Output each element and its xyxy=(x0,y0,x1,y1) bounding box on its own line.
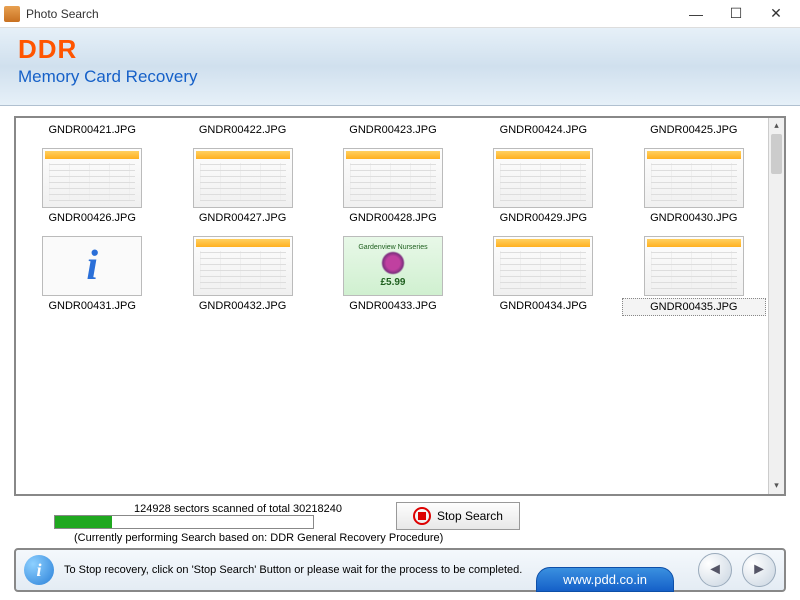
file-name-label: GNDR00421.JPG xyxy=(20,122,164,138)
file-grid: GNDR00421.JPG GNDR00422.JPG GNDR00423.JPG G… xyxy=(20,122,766,316)
file-item[interactable]: i GNDR00431.JPG xyxy=(20,228,164,316)
minimize-button[interactable]: — xyxy=(676,1,716,27)
file-name-label: GNDR00426.JPG xyxy=(20,210,164,226)
stop-label: Stop Search xyxy=(437,509,503,523)
scroll-down-icon[interactable]: ▾ xyxy=(769,478,784,494)
product-subtitle: Memory Card Recovery xyxy=(18,67,782,87)
flower-icon xyxy=(381,251,405,275)
file-name-label: GNDR00433.JPG xyxy=(321,298,465,314)
promo-title: Gardenview Nurseries xyxy=(358,244,427,251)
scroll-thumb[interactable] xyxy=(771,134,782,174)
main-area: GNDR00421.JPG GNDR00422.JPG GNDR00423.JPG G… xyxy=(0,106,800,544)
file-item[interactable]: GNDR00424.JPG xyxy=(471,122,615,138)
window-title: Photo Search xyxy=(26,7,676,21)
header-banner: DDR Memory Card Recovery xyxy=(0,28,800,106)
file-name-label: GNDR00428.JPG xyxy=(321,210,465,226)
file-name-label: GNDR00423.JPG xyxy=(321,122,465,138)
file-name-label: GNDR00422.JPG xyxy=(170,122,314,138)
file-thumbnail xyxy=(644,236,744,296)
file-item[interactable]: GNDR00429.JPG xyxy=(471,140,615,226)
file-name-label: GNDR00424.JPG xyxy=(471,122,615,138)
brand-logo: DDR xyxy=(18,34,782,65)
file-item[interactable]: GNDR00422.JPG xyxy=(170,122,314,138)
gallery-scrollbar[interactable]: ▴ ▾ xyxy=(768,118,784,494)
progress-fill xyxy=(55,516,112,528)
maximize-button[interactable]: ☐ xyxy=(716,1,756,27)
file-name-label: GNDR00435.JPG xyxy=(622,298,766,316)
file-thumbnail: i xyxy=(42,236,142,296)
titlebar: Photo Search — ☐ ✕ xyxy=(0,0,800,28)
forward-button[interactable]: ► xyxy=(742,553,776,587)
file-thumbnail xyxy=(493,148,593,208)
file-name-label: GNDR00425.JPG xyxy=(622,122,766,138)
footer-bar: i To Stop recovery, click on 'Stop Searc… xyxy=(14,548,786,592)
procedure-note: (Currently performing Search based on: D… xyxy=(74,532,786,544)
progress-row: 124928 sectors scanned of total 30218240… xyxy=(54,502,786,530)
file-name-label: GNDR00429.JPG xyxy=(471,210,615,226)
close-button[interactable]: ✕ xyxy=(756,1,796,27)
results-gallery: GNDR00421.JPG GNDR00422.JPG GNDR00423.JPG G… xyxy=(14,116,786,496)
file-name-label: GNDR00427.JPG xyxy=(170,210,314,226)
file-item[interactable]: GNDR00434.JPG xyxy=(471,228,615,316)
back-button[interactable]: ◄ xyxy=(698,553,732,587)
file-item[interactable]: GNDR00421.JPG xyxy=(20,122,164,138)
app-icon xyxy=(4,6,20,22)
info-glyph-icon: i xyxy=(86,242,98,290)
file-name-label: GNDR00434.JPG xyxy=(471,298,615,314)
file-item[interactable]: GNDR00425.JPG xyxy=(622,122,766,138)
file-item[interactable]: GNDR00427.JPG xyxy=(170,140,314,226)
website-link[interactable]: www.pdd.co.in xyxy=(536,567,674,592)
file-name-label: GNDR00431.JPG xyxy=(20,298,164,314)
file-thumbnail xyxy=(493,236,593,296)
promo-price: £5.99 xyxy=(380,277,405,288)
file-name-label: GNDR00430.JPG xyxy=(622,210,766,226)
file-item[interactable]: GNDR00432.JPG xyxy=(170,228,314,316)
file-item[interactable]: GNDR00435.JPG xyxy=(622,228,766,316)
file-item[interactable]: GNDR00430.JPG xyxy=(622,140,766,226)
file-thumbnail xyxy=(343,148,443,208)
file-thumbnail xyxy=(193,236,293,296)
file-thumbnail: Gardenview Nurseries £5.99 xyxy=(343,236,443,296)
file-item[interactable]: GNDR00423.JPG xyxy=(321,122,465,138)
progress-status: 124928 sectors scanned of total 30218240 xyxy=(134,503,342,515)
stop-icon xyxy=(413,507,431,525)
file-item[interactable]: Gardenview Nurseries £5.99 GNDR00433.JPG xyxy=(321,228,465,316)
file-thumbnail xyxy=(42,148,142,208)
file-name-label: GNDR00432.JPG xyxy=(170,298,314,314)
stop-search-button[interactable]: Stop Search xyxy=(396,502,520,530)
info-icon: i xyxy=(24,555,54,585)
file-thumbnail xyxy=(193,148,293,208)
file-thumbnail xyxy=(644,148,744,208)
progress-bar xyxy=(54,515,314,529)
file-item[interactable]: GNDR00428.JPG xyxy=(321,140,465,226)
file-item[interactable]: GNDR00426.JPG xyxy=(20,140,164,226)
scroll-up-icon[interactable]: ▴ xyxy=(769,118,784,134)
